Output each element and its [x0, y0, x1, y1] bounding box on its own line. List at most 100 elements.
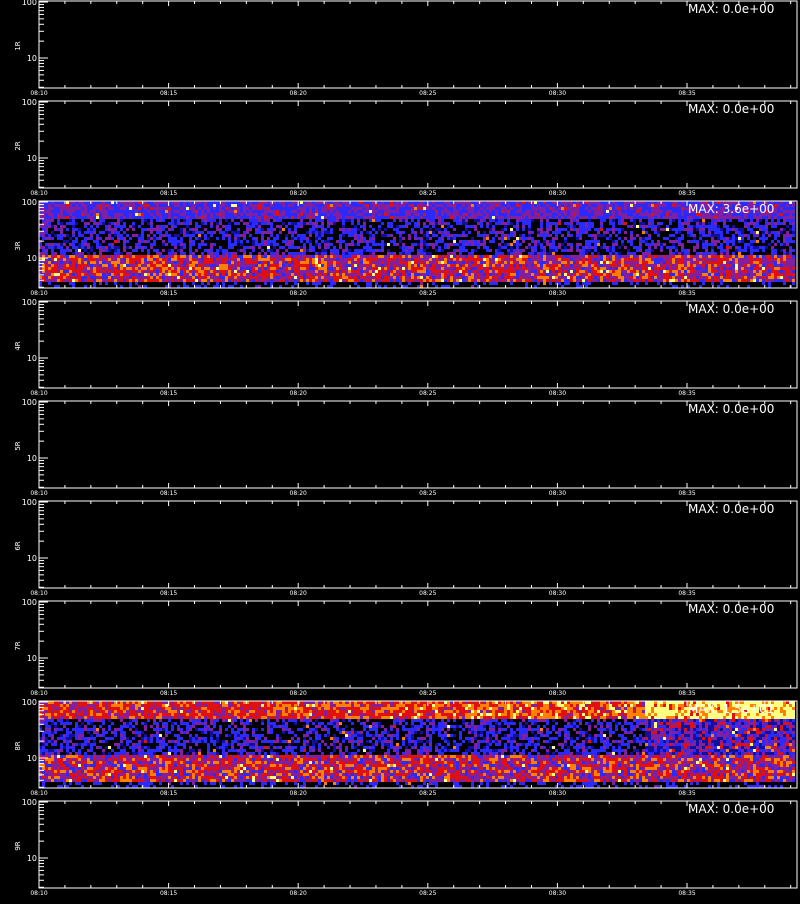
heatmap-cell [540, 219, 543, 222]
heatmap-cell [483, 273, 486, 276]
heatmap-cell [597, 204, 600, 207]
heatmap-cell [285, 243, 288, 246]
heatmap-cell [381, 279, 384, 282]
heatmap-cell [81, 276, 84, 279]
heatmap-cell [321, 267, 324, 270]
heatmap-cell [180, 207, 183, 210]
heatmap-cell [366, 270, 369, 273]
heatmap-cell [75, 267, 78, 270]
heatmap-cell [144, 273, 147, 276]
heatmap-cell [522, 264, 525, 267]
x-tick-label: 08:35 [678, 90, 695, 97]
heatmap-cell [654, 213, 657, 216]
heatmap-cell [594, 243, 597, 246]
heatmap-cell [243, 222, 246, 225]
heatmap-cell [321, 273, 324, 276]
heatmap-cell [555, 228, 558, 231]
heatmap-cell [342, 228, 345, 231]
heatmap-cell [387, 255, 390, 258]
heatmap-cell [315, 282, 318, 285]
heatmap-cell [111, 255, 114, 258]
heatmap-cell [207, 204, 210, 207]
heatmap-cell [213, 279, 216, 282]
heatmap-cell [678, 243, 681, 246]
heatmap-cell [561, 264, 564, 267]
heatmap-cell [537, 210, 540, 213]
heatmap-cell [255, 228, 258, 231]
heatmap-cell [60, 228, 63, 231]
heatmap-cell [369, 261, 372, 264]
heatmap-cell [501, 219, 504, 222]
heatmap-cell [366, 216, 369, 219]
heatmap-cell [171, 216, 174, 219]
heatmap-cell [255, 219, 258, 222]
heatmap-cell [543, 273, 546, 276]
heatmap-cell [366, 264, 369, 267]
heatmap-cell [60, 210, 63, 213]
heatmap-cell [495, 222, 498, 225]
heatmap-cell [645, 270, 648, 273]
heatmap-cell [345, 279, 348, 282]
heatmap-cell [144, 213, 147, 216]
heatmap-cell [186, 222, 189, 225]
heatmap-cell [273, 240, 276, 243]
heatmap-cell [339, 261, 342, 264]
heatmap-cell [489, 204, 492, 207]
heatmap-cell [438, 231, 441, 234]
heatmap-cell [201, 270, 204, 273]
heatmap-cell [99, 252, 102, 255]
heatmap-cell [348, 216, 351, 219]
heatmap-cell [648, 258, 651, 261]
heatmap-cell [408, 207, 411, 210]
heatmap-cell [324, 276, 327, 279]
heatmap-cell [504, 216, 507, 219]
heatmap-cell [588, 240, 591, 243]
heatmap-cell [129, 273, 132, 276]
heatmap-cell [390, 240, 393, 243]
heatmap-cell [225, 261, 228, 264]
heatmap-cell [429, 270, 432, 273]
heatmap-cell [276, 261, 279, 264]
heatmap-cell [444, 234, 447, 237]
heatmap-cell [303, 255, 306, 258]
heatmap-cell [453, 234, 456, 237]
heatmap-cell [105, 282, 108, 285]
heatmap-cell [150, 270, 153, 273]
heatmap-cell [264, 213, 267, 216]
heatmap-cell [486, 210, 489, 213]
heatmap-cell [132, 225, 135, 228]
heatmap-cell [378, 207, 381, 210]
heatmap-cell [639, 264, 642, 267]
heatmap-cell [606, 213, 609, 216]
heatmap-cell [168, 222, 171, 225]
heatmap-cell [69, 204, 72, 207]
heatmap-cell [546, 234, 549, 237]
heatmap-cell [477, 231, 480, 234]
heatmap-cell [435, 276, 438, 279]
heatmap-cell [84, 264, 87, 267]
heatmap-cell [654, 216, 657, 219]
heatmap-cell [642, 225, 645, 228]
heatmap-cell [270, 216, 273, 219]
heatmap-cell [186, 204, 189, 207]
heatmap-cell [603, 207, 606, 210]
heatmap-cell [669, 261, 672, 264]
heatmap-cell [297, 216, 300, 219]
heatmap-cell [477, 267, 480, 270]
heatmap-cell [666, 216, 669, 219]
heatmap-cell [240, 273, 243, 276]
heatmap-cell [261, 279, 264, 282]
heatmap-cell [459, 255, 462, 258]
heatmap-cell [393, 240, 396, 243]
heatmap-cell [45, 222, 48, 225]
heatmap-cell [321, 252, 324, 255]
heatmap-cell [321, 255, 324, 258]
heatmap-cell [123, 243, 126, 246]
heatmap-cell [354, 270, 357, 273]
heatmap-cell [276, 237, 279, 240]
heatmap-cell [327, 246, 330, 249]
heatmap-cell [99, 258, 102, 261]
heatmap-cell [342, 249, 345, 252]
heatmap-cell [636, 273, 639, 276]
heatmap-cell [135, 246, 138, 249]
